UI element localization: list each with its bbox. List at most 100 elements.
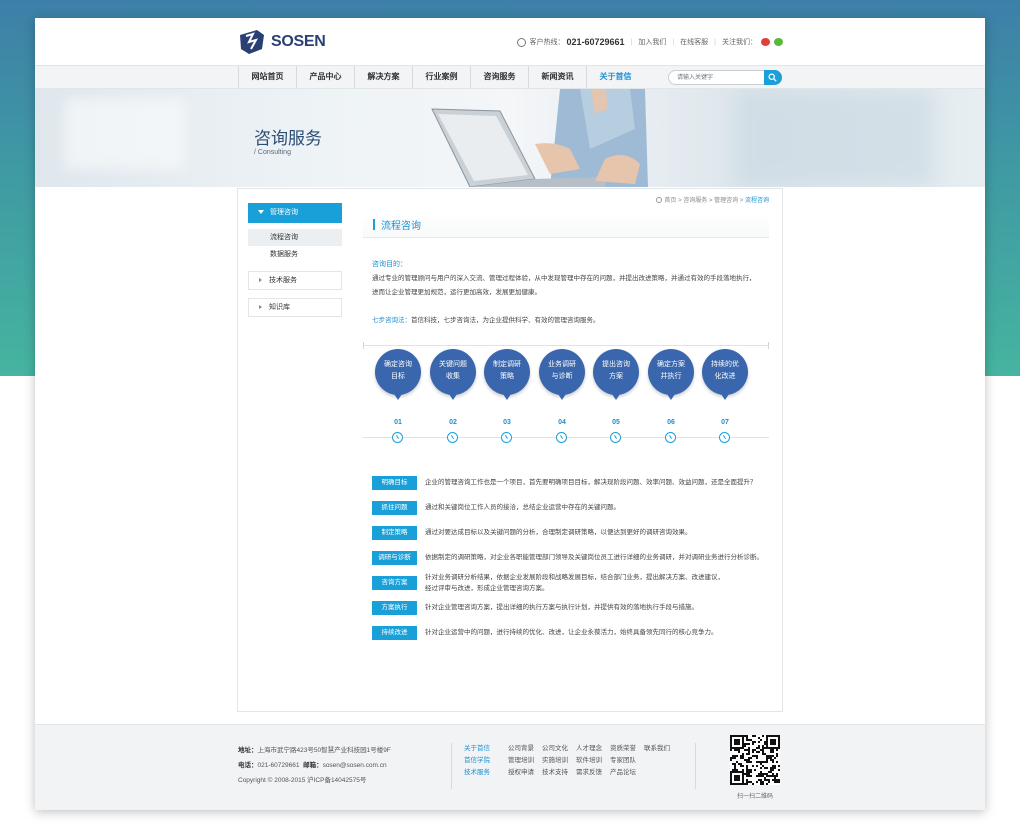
step-bubble-line: 业务调研 <box>548 361 576 368</box>
step-bubble-line: 目标 <box>391 373 405 380</box>
step-description-line: 针对业务调研分析结果，依据企业发展阶段和战略发展目标，结合部门业务，提出解决方案… <box>425 573 724 581</box>
step-bubble-line: 并执行 <box>660 373 682 380</box>
sidebar-item-tech-service[interactable]: 技术服务 <box>248 271 342 290</box>
step-bubble-line: 确定咨询 <box>384 361 412 368</box>
footer-link[interactable]: 公司文化 <box>542 743 568 755</box>
step-clock-icon <box>665 432 676 443</box>
footer-link[interactable]: 管理培训 <box>508 755 534 767</box>
footer-link-heading[interactable]: 关于首信 <box>464 743 508 755</box>
phone-icon <box>517 37 527 47</box>
step-bubble: 制定调研 策略 <box>484 349 530 400</box>
section-title-text: 流程咨询 <box>381 221 421 232</box>
breadcrumb-sep: > <box>738 198 745 204</box>
step-number: 06 <box>667 419 675 426</box>
footer-link-row: 关于首信 公司背景 公司文化 人才理念 资质荣誉 联系我们 <box>464 743 678 755</box>
timeline-cap <box>363 342 364 349</box>
banner-decoration <box>65 99 185 169</box>
logo[interactable]: SOSEN <box>237 27 326 57</box>
weibo-icon[interactable] <box>761 38 770 46</box>
nav-items: 网站首页 产品中心 解决方案 行业案例 咨询服务 新闻资讯 关于首信 <box>238 66 644 88</box>
footer-link[interactable]: 人才理念 <box>576 743 602 755</box>
footer-link[interactable]: 授权申请 <box>508 767 534 779</box>
step-bubble-line: 与诊断 <box>551 373 573 380</box>
step-bubble-line: 化改进 <box>714 373 736 380</box>
search-box <box>668 70 782 85</box>
step-clock-icon <box>392 432 403 443</box>
main-content: 首页 > 咨询服务 > 管理咨询 > 流程咨询 流程咨询 咨询目的： 通过专业的… <box>363 195 769 640</box>
footer-link-heading[interactable]: 首信学院 <box>464 755 508 767</box>
breadcrumb: 首页 > 咨询服务 > 管理咨询 > 流程咨询 <box>363 195 769 207</box>
wechat-icon[interactable] <box>774 38 783 46</box>
search-icon <box>768 73 777 82</box>
divider: | <box>672 38 675 46</box>
step-description: 依据制定的调研策略，对企业各职能管理部门领导及关键岗位员工进行详细的业务调研，并… <box>425 552 765 563</box>
timeline-cap <box>768 342 769 349</box>
timeline-top-line <box>363 345 769 346</box>
step-row: 咨询方案 针对业务调研分析结果，依据企业发展阶段和战略发展目标，结合部门业务，提出… <box>363 570 769 595</box>
logo-text: SOSEN <box>271 33 326 50</box>
step-row: 抓住问题 通过和关键岗位工作人员的接洽，总结企业运营中存在的关键问题。 <box>363 495 769 520</box>
step-tag: 持续改进 <box>372 625 417 640</box>
hotline-label: 客户热线： <box>529 39 565 46</box>
step-clock-icon <box>501 432 512 443</box>
footer-contact: 地址：上海市武宁路423号50智慧产业科技园1号楼9F 电话：021-60729… <box>238 743 391 788</box>
footer-link[interactable]: 公司背景 <box>508 743 534 755</box>
join-us-link[interactable]: 加入我们 <box>638 37 666 47</box>
step-bubble: 确定方案 并执行 <box>648 349 694 400</box>
footer-link[interactable]: 需求反馈 <box>576 767 602 779</box>
banner-title: 咨询服务 <box>254 129 322 149</box>
footer-link[interactable]: 产品论坛 <box>610 767 636 779</box>
step-bubble: 业务调研 与诊断 <box>539 349 585 400</box>
footer-link[interactable]: 专家团队 <box>610 755 636 767</box>
footer-link[interactable]: 实施培训 <box>542 755 568 767</box>
sidebar-item-management-consulting[interactable]: 管理咨询 <box>248 203 342 223</box>
step-bubble: 关键问题 收集 <box>430 349 476 400</box>
footer-links: 关于首信 公司背景 公司文化 人才理念 资质荣誉 联系我们 首信学院 管理培训 实施培训 软件培训… <box>464 743 678 779</box>
breadcrumb-home[interactable]: 首页 <box>664 198 676 204</box>
step-description: 通过和关键岗位工作人员的接洽，总结企业运营中存在的关键问题。 <box>425 502 765 513</box>
step-row: 明确目标 企业的管理咨询工作也是一个项目，首先要明确项目目标，解决现阶段问题、效率… <box>363 470 769 495</box>
footer-link[interactable]: 资质荣誉 <box>610 743 636 755</box>
online-service-link[interactable]: 在线客服 <box>680 37 708 47</box>
method-line: 七步咨询法：首信科技，七步咨询法，为企业提供科学、有效的管理咨询服务。 <box>363 314 769 324</box>
step-tag: 明确目标 <box>372 475 417 490</box>
sidebar: 管理咨询 流程咨询 数据服务 技术服务 知识库 <box>248 203 342 317</box>
search-input[interactable] <box>677 71 761 84</box>
step-description-line: 通过对要达成目标以及关键问题的分析，合理制定调研策略，以便达到更好的调研咨询效果… <box>425 529 692 536</box>
search-button[interactable] <box>764 70 782 85</box>
sidebar-subitem-data-service[interactable]: 数据服务 <box>248 246 342 263</box>
step-number: 05 <box>612 419 620 426</box>
step-description: 针对企业运营中的问题，进行持续的优化、改进，让企业永葆活力，始终具备领先同行的核… <box>425 627 765 638</box>
nav-item-about[interactable]: 关于首信 <box>586 66 644 88</box>
step-tag: 抓住问题 <box>372 500 417 515</box>
address-label: 地址： <box>238 747 258 754</box>
step-number: 03 <box>503 419 511 426</box>
nav-item-news[interactable]: 新闻资讯 <box>528 66 586 88</box>
purpose-text: 通过专业的管理顾问与用户的深入交流、管理过程体验，从中发现管理中存在的问题，并提… <box>372 275 756 282</box>
footer-phone: 021-60729661 <box>257 762 300 769</box>
step-tag: 咨询方案 <box>372 575 417 590</box>
footer-email[interactable]: sosen@sosen.com.cn <box>323 762 387 769</box>
footer-link-heading[interactable]: 技术服务 <box>464 767 508 779</box>
step-description-line: 针对企业运营中的问题，进行持续的优化、改进，让企业永葆活力，始终具备领先同行的核… <box>425 629 718 636</box>
footer-address: 上海市武宁路423号50智慧产业科技园1号楼9F <box>257 747 391 754</box>
step-number: 04 <box>558 419 566 426</box>
step-bubble-line: 方案 <box>609 373 623 380</box>
step-description: 针对业务调研分析结果，依据企业发展阶段和战略发展目标，结合部门业务，提出解决方案… <box>425 572 765 594</box>
breadcrumb-management[interactable]: 管理咨询 <box>714 198 738 204</box>
sidebar-item-knowledge-base[interactable]: 知识库 <box>248 298 342 317</box>
nav-item-products[interactable]: 产品中心 <box>296 66 354 88</box>
nav-item-home[interactable]: 网站首页 <box>238 66 296 88</box>
step-bubble: 提出咨询 方案 <box>593 349 639 400</box>
nav-item-cases[interactable]: 行业案例 <box>412 66 470 88</box>
footer-link[interactable]: 技术支持 <box>542 767 568 779</box>
purpose-text: 进而让企业管理更加规范，运行更加高效，发展更加健康。 <box>372 289 541 296</box>
footer-link[interactable]: 联系我们 <box>644 743 670 755</box>
step-description-line: 通过和关键岗位工作人员的接洽，总结企业运营中存在的关键问题。 <box>425 504 620 511</box>
footer-link[interactable]: 软件培训 <box>576 755 602 767</box>
breadcrumb-consulting[interactable]: 咨询服务 <box>683 198 707 204</box>
nav-item-solutions[interactable]: 解决方案 <box>354 66 412 88</box>
sidebar-item-label: 技术服务 <box>269 277 297 284</box>
nav-item-consulting[interactable]: 咨询服务 <box>470 66 528 88</box>
sidebar-subitem-process-consulting[interactable]: 流程咨询 <box>248 229 342 246</box>
